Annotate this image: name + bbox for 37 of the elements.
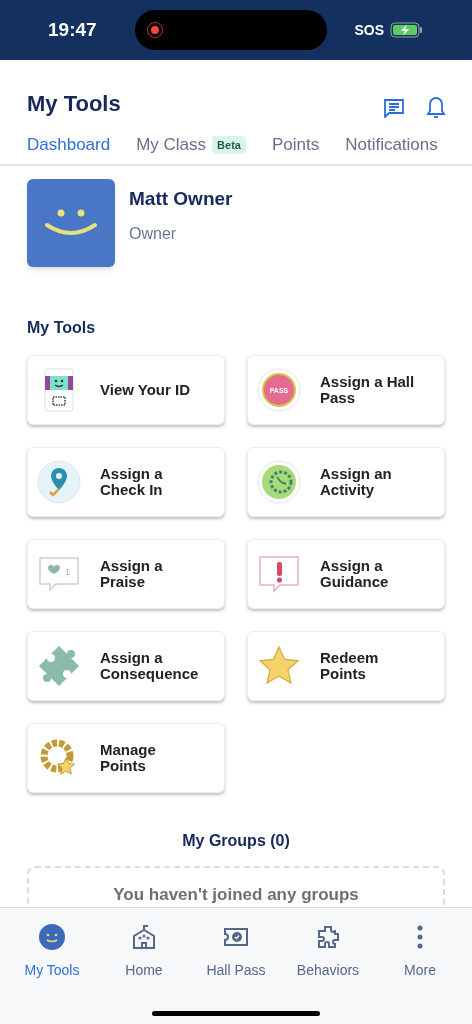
tool-tile[interactable]: Manage Points bbox=[27, 722, 225, 793]
profile-name: Matt Owner bbox=[129, 187, 233, 212]
message-icon[interactable] bbox=[384, 98, 404, 118]
notifications-icon[interactable] bbox=[426, 96, 446, 120]
network-status: SOS bbox=[354, 20, 384, 40]
tab[interactable]: Points bbox=[271, 132, 320, 164]
tool-tile[interactable]: Assign a Consequence bbox=[27, 630, 225, 701]
nav-item[interactable]: Hall Pass bbox=[193, 922, 279, 981]
beta-badge: Beta bbox=[212, 135, 246, 154]
status-time: 19:47 bbox=[48, 17, 98, 42]
tool-tile[interactable]: 1 Assign a Praise bbox=[27, 538, 225, 609]
profile-role: Owner bbox=[129, 223, 178, 244]
ticket-check-icon bbox=[223, 925, 249, 949]
page-title: My Tools bbox=[27, 89, 121, 118]
empty-message: You haven't joined any groups bbox=[113, 884, 359, 905]
nav-item[interactable]: More bbox=[377, 922, 463, 981]
puzzle-piece-icon bbox=[315, 924, 341, 950]
tool-tile[interactable]: Redeem Points bbox=[247, 630, 445, 701]
nav-item[interactable]: My Tools bbox=[9, 922, 95, 981]
location-pin-icon bbox=[37, 459, 81, 504]
tool-tile[interactable]: Assign an Activity bbox=[247, 446, 445, 517]
school-building-icon bbox=[131, 924, 157, 950]
puzzle-piece-icon bbox=[37, 643, 81, 688]
nav-item[interactable]: Home bbox=[101, 922, 187, 981]
smiley-avatar-icon bbox=[38, 923, 66, 951]
gear-clock-icon bbox=[257, 459, 301, 504]
section-title: My Tools bbox=[26, 317, 97, 338]
tab[interactable]: Dashboard bbox=[27, 132, 111, 164]
tab[interactable]: My Class Beta bbox=[136, 132, 246, 164]
tool-tile[interactable]: Assign a Guidance bbox=[247, 538, 445, 609]
charging-battery-icon bbox=[390, 22, 424, 38]
groups-title: My Groups (0) bbox=[181, 830, 291, 851]
nav-item[interactable]: Behaviors bbox=[285, 922, 371, 981]
more-icon bbox=[416, 924, 424, 950]
tool-tile[interactable]: View Your ID bbox=[27, 354, 225, 425]
tab[interactable]: Notifications bbox=[345, 132, 438, 164]
tool-tile[interactable]: Assign a Check In bbox=[27, 446, 225, 517]
